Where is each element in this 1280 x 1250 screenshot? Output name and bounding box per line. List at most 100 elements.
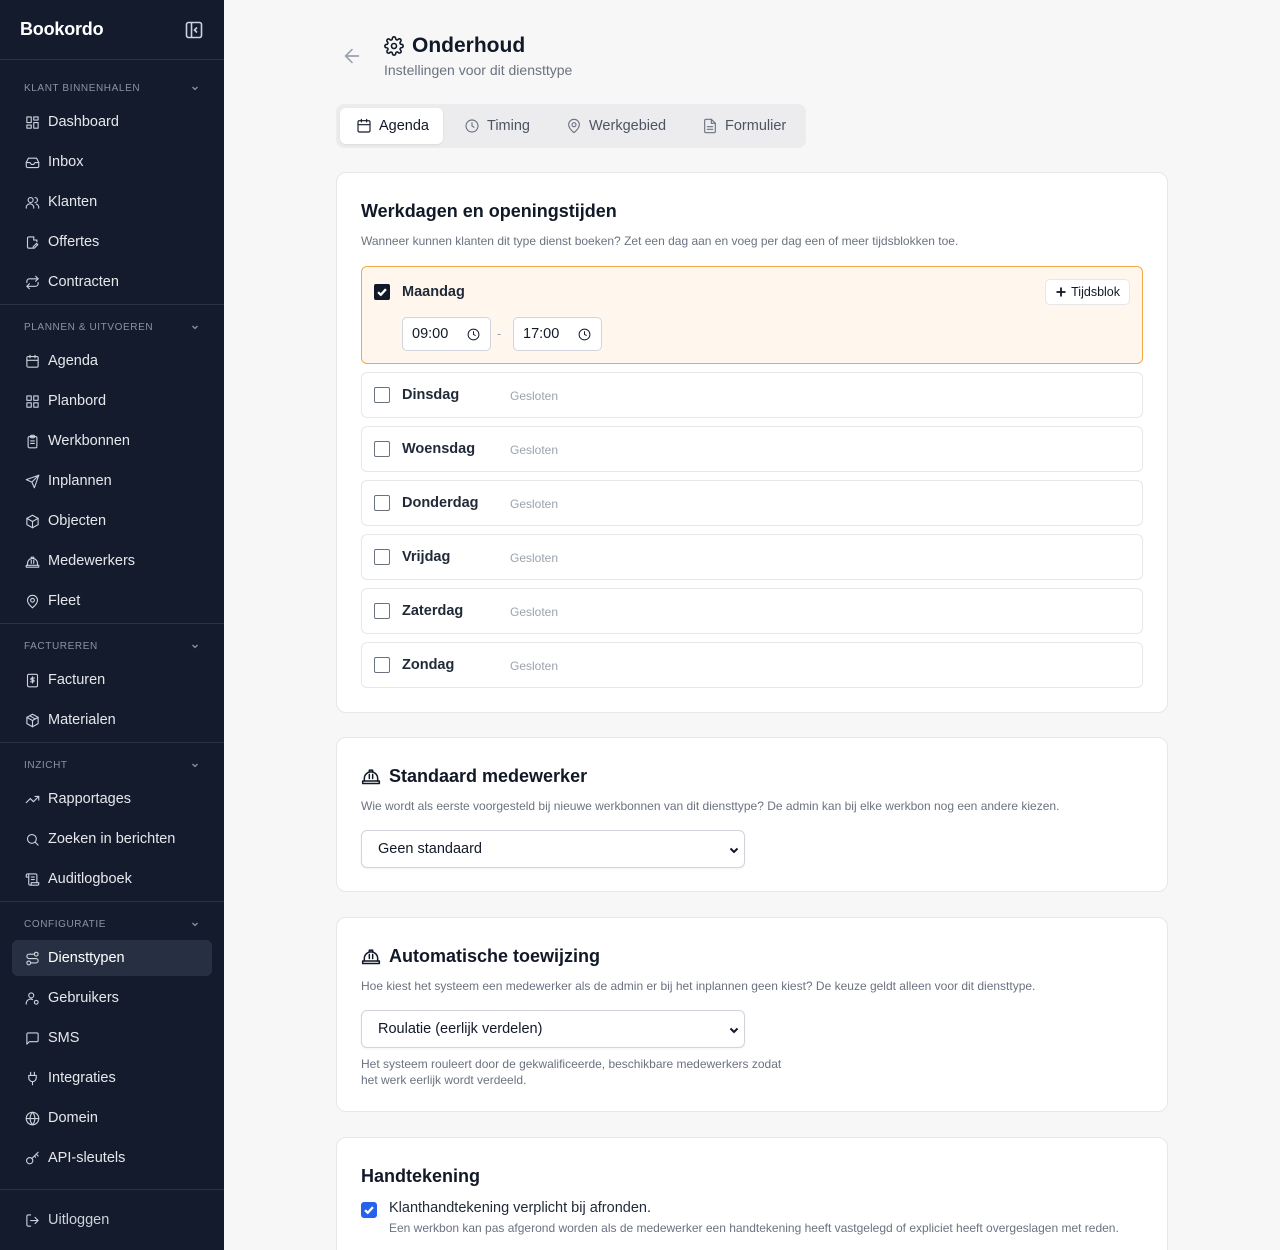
sidebar-item-api-sleutels[interactable]: API-sleutels <box>12 1140 212 1176</box>
default-employee-description: Wie wordt als eerste voorgesteld bij nie… <box>361 799 1060 813</box>
closed-label: Gesloten <box>510 497 559 511</box>
sidebar-item-label: Facturen <box>48 672 106 688</box>
sidebar-section-configuratie[interactable]: CONFIGURATIE <box>24 917 200 931</box>
sidebar-item-rapportages[interactable]: Rapportages <box>12 781 212 817</box>
day-checkbox-vrijdag[interactable] <box>374 549 390 565</box>
day-checkbox-woensdag[interactable] <box>374 441 390 457</box>
sidebar-item-label: Klanten <box>48 194 98 210</box>
receipt-icon <box>26 673 38 687</box>
closed-label: Gesloten <box>510 659 559 673</box>
auto-assign-select[interactable]: Roulatie (eerlijk verdelen) <box>361 1010 745 1048</box>
tab-label: Timing <box>487 118 530 134</box>
workdays-title: Werkdagen en openingstijden <box>361 201 617 221</box>
sidebar-item-sms[interactable]: SMS <box>12 1020 212 1056</box>
time-separator: - <box>497 326 502 341</box>
hard-hat-icon <box>361 949 381 965</box>
sidebar-divider <box>0 742 224 743</box>
tab-timing[interactable]: Timing <box>448 108 544 144</box>
start-time-input[interactable]: 09:00 <box>402 317 491 351</box>
sidebar-section-inzicht[interactable]: INZICHT <box>24 758 200 772</box>
day-checkbox-maandag[interactable] <box>374 284 390 300</box>
default-employee-card: Standaard medewerker Wie wordt als eerst… <box>336 737 1168 892</box>
auto-assign-hint: Het systeem rouleert door de gekwalifice… <box>361 1056 821 1088</box>
chevron-down-icon <box>192 922 198 927</box>
back-arrow-icon[interactable] <box>341 45 363 67</box>
logout-button[interactable]: Uitloggen <box>12 1202 212 1238</box>
clock-icon <box>578 328 591 341</box>
sidebar-item-klanten[interactable]: Klanten <box>12 184 212 220</box>
section-label: FACTUREREN <box>24 640 98 652</box>
sidebar-item-werkbonnen[interactable]: Werkbonnen <box>12 423 212 459</box>
hard-hat-icon <box>25 556 39 568</box>
sidebar-item-diensttypen[interactable]: Diensttypen <box>12 940 212 976</box>
default-employee-select[interactable]: Geen standaard <box>361 830 745 868</box>
section-label: PLANNEN & UITVOEREN <box>24 321 154 333</box>
sidebar-item-label: Medewerkers <box>48 553 136 569</box>
tab-werkgebied[interactable]: Werkgebied <box>550 108 680 144</box>
day-row-zondag: Zondag Gesloten <box>361 642 1143 688</box>
chevron-down-icon <box>192 325 198 330</box>
sidebar-collapse-icon[interactable] <box>185 21 203 39</box>
map-pin-icon <box>568 118 580 134</box>
sidebar-item-agenda[interactable]: Agenda <box>12 343 212 379</box>
sidebar-item-label: Inbox <box>48 154 84 170</box>
sidebar-item-label: Domein <box>48 1110 98 1126</box>
users-icon <box>25 196 39 209</box>
day-name: Dinsdag <box>402 387 460 403</box>
sidebar-item-label: Integraties <box>48 1070 116 1086</box>
sidebar-item-label: Fleet <box>48 593 81 609</box>
sidebar-section-plannen[interactable]: PLANNEN & UITVOEREN <box>24 320 200 334</box>
search-icon <box>26 833 39 846</box>
sidebar-item-inplannen[interactable]: Inplannen <box>12 463 212 499</box>
day-checkbox-zondag[interactable] <box>374 657 390 673</box>
sidebar-section-klant[interactable]: KLANT BINNENHALEN <box>24 81 200 95</box>
sidebar-item-label: API-sleutels <box>48 1150 126 1166</box>
sidebar-item-label: Auditlogboek <box>48 871 132 887</box>
start-time-value: 09:00 <box>412 326 449 342</box>
sidebar-item-inbox[interactable]: Inbox <box>12 144 212 180</box>
sidebar-item-label: Contracten <box>48 274 119 290</box>
layout-grid-icon <box>25 394 39 408</box>
sidebar-item-domein[interactable]: Domein <box>12 1100 212 1136</box>
sidebar-item-fleet[interactable]: Fleet <box>12 583 212 619</box>
chevron-down-icon <box>192 86 198 91</box>
signature-required-checkbox[interactable] <box>361 1202 377 1218</box>
day-row-dinsdag: Dinsdag Gesloten <box>361 372 1143 418</box>
repeat-icon <box>25 275 39 289</box>
sidebar-item-gebruikers[interactable]: Gebruikers <box>12 980 212 1016</box>
sidebar-item-planbord[interactable]: Planbord <box>12 383 212 419</box>
section-label: INZICHT <box>24 759 68 771</box>
sidebar-item-integraties[interactable]: Integraties <box>12 1060 212 1096</box>
sidebar-item-label: Agenda <box>48 353 98 369</box>
map-pin-icon <box>26 594 38 608</box>
chevron-down-icon <box>192 644 198 649</box>
sidebar-item-zoeken[interactable]: Zoeken in berichten <box>12 821 212 857</box>
sidebar-item-medewerkers[interactable]: Medewerkers <box>12 543 212 579</box>
add-time-block-button[interactable]: Tijdsblok <box>1045 279 1130 305</box>
day-name: Zondag <box>402 657 455 673</box>
tab-agenda[interactable]: Agenda <box>340 108 443 144</box>
sidebar-item-materialen[interactable]: Materialen <box>12 702 212 738</box>
end-time-input[interactable]: 17:00 <box>513 317 602 351</box>
day-checkbox-zaterdag[interactable] <box>374 603 390 619</box>
sidebar-divider <box>0 59 224 60</box>
sidebar-item-auditlogboek[interactable]: Auditlogboek <box>12 861 212 897</box>
workdays-description: Wanneer kunnen klanten dit type dienst b… <box>361 234 959 248</box>
sidebar-item-contracten[interactable]: Contracten <box>12 264 212 300</box>
day-checkbox-donderdag[interactable] <box>374 495 390 511</box>
sidebar: Bookordo KLANT BINNENHALEN Dashboard Inb… <box>0 0 224 1250</box>
globe-icon <box>25 1111 39 1125</box>
hard-hat-icon <box>361 769 381 785</box>
plug-icon <box>27 1071 37 1085</box>
user-cog-icon <box>25 991 39 1005</box>
sidebar-item-objecten[interactable]: Objecten <box>12 503 212 539</box>
sidebar-section-factureren[interactable]: FACTUREREN <box>24 639 200 653</box>
sidebar-item-dashboard[interactable]: Dashboard <box>12 104 212 140</box>
file-text-icon <box>704 118 716 134</box>
sidebar-item-facturen[interactable]: Facturen <box>12 662 212 698</box>
day-checkbox-dinsdag[interactable] <box>374 387 390 403</box>
day-name: Donderdag <box>402 495 479 511</box>
calendar-icon <box>25 354 39 368</box>
sidebar-item-offertes[interactable]: Offertes <box>12 224 212 260</box>
tab-formulier[interactable]: Formulier <box>686 108 800 144</box>
